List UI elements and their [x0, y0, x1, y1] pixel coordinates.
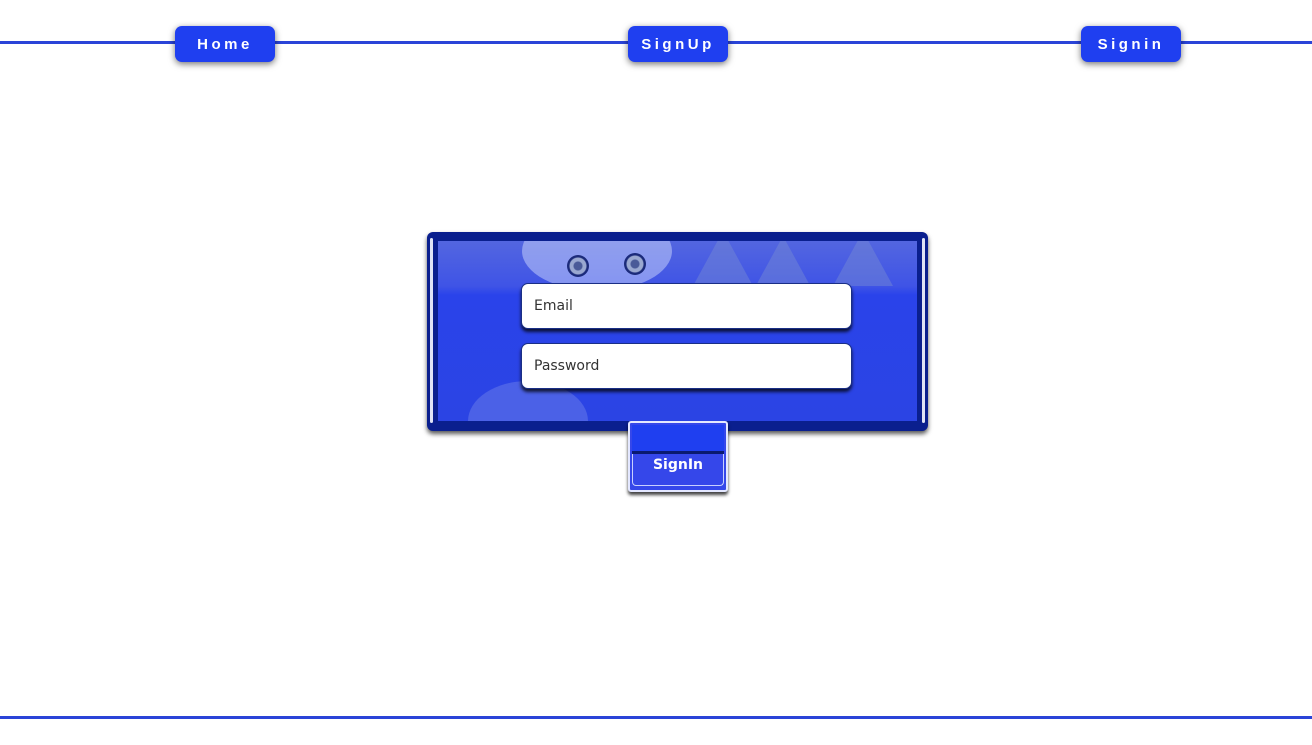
signin-submit-button[interactable]: SignIn	[628, 421, 728, 492]
submit-button-top-panel	[632, 425, 724, 454]
password-field[interactable]	[521, 343, 852, 389]
nav-home-button[interactable]: Home	[175, 26, 275, 62]
tree-shape	[833, 241, 893, 286]
email-field[interactable]	[521, 283, 852, 329]
nav-signin-button[interactable]: Signin	[1081, 26, 1181, 62]
footer-divider-line	[0, 716, 1312, 719]
card-background-owl-image	[438, 241, 917, 421]
owl-eye-right	[624, 253, 646, 275]
signin-card	[427, 232, 928, 431]
owl-eye-left	[567, 255, 589, 277]
card-edge-right	[922, 238, 925, 423]
tree-shape	[693, 241, 753, 286]
submit-button-label: SignIn	[652, 457, 704, 473]
card-edge-left	[430, 238, 433, 423]
nav-signup-button[interactable]: SignUp	[628, 26, 728, 62]
page: Home SignUp Signin SignIn	[0, 0, 1312, 745]
